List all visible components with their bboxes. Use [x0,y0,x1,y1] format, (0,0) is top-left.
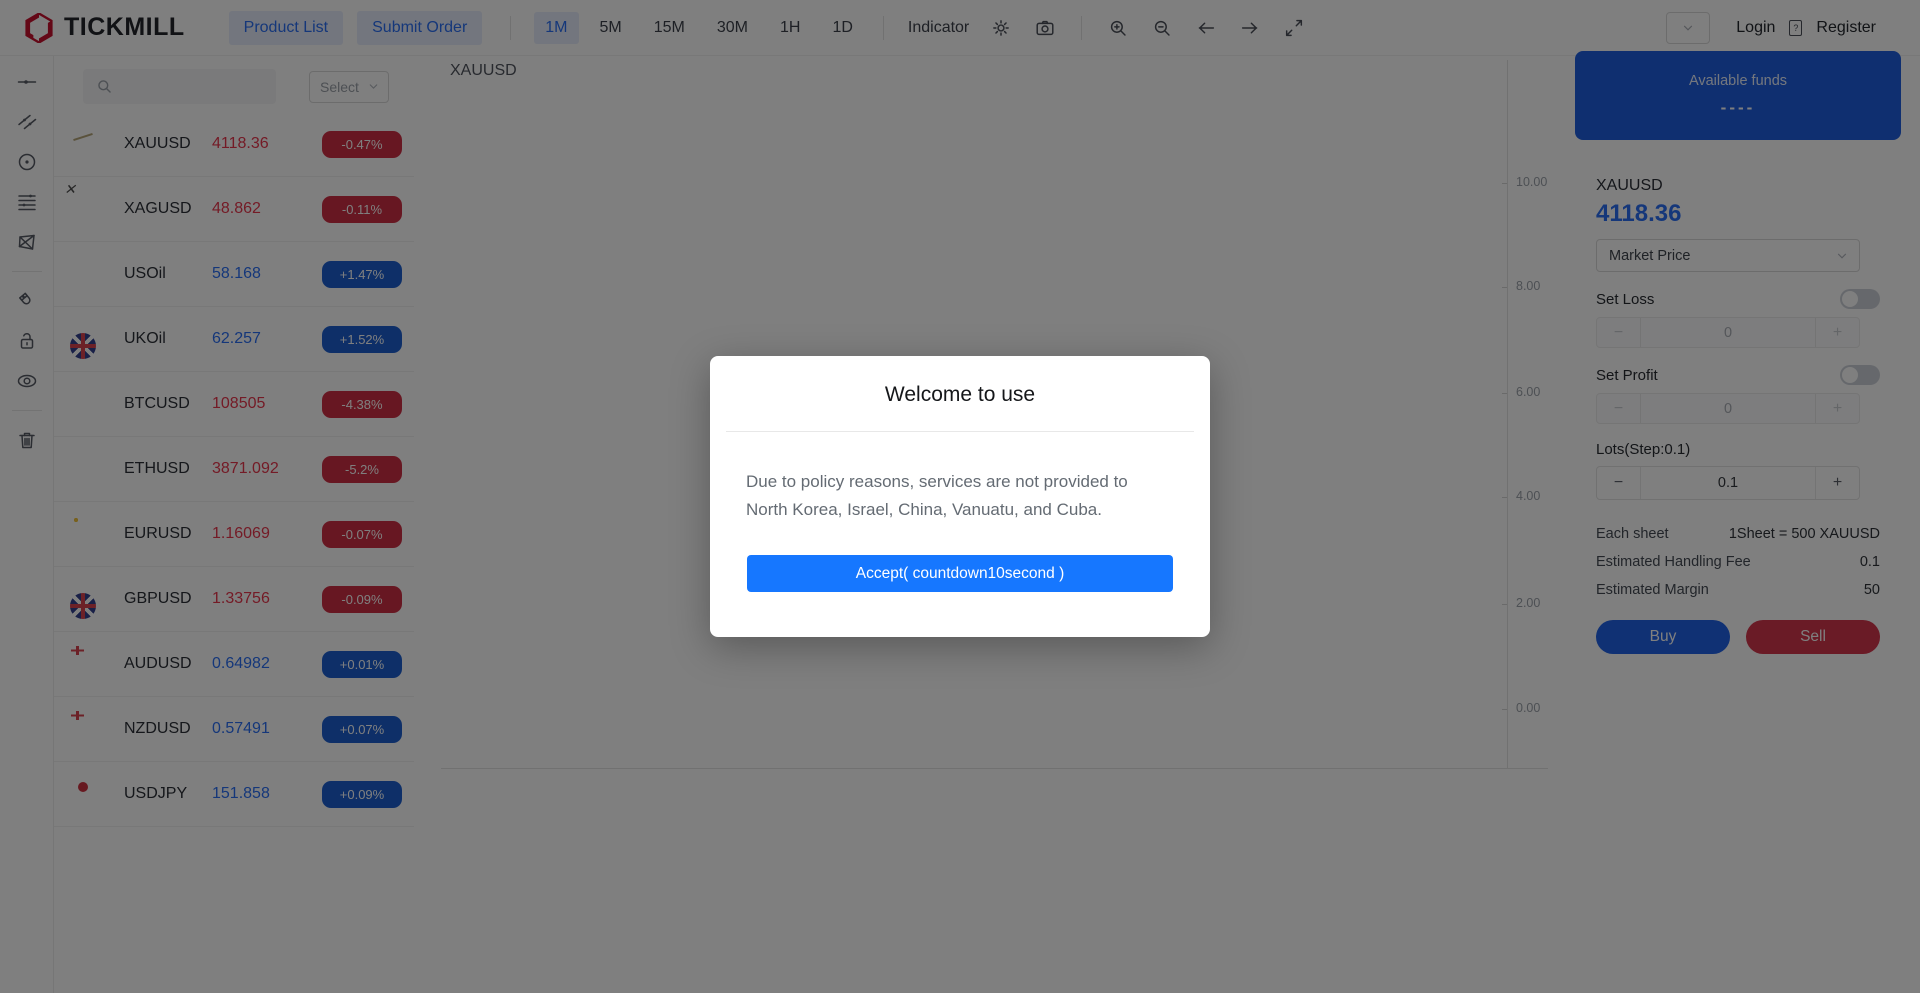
accept-button[interactable]: Accept( countdown10second ) [747,555,1173,593]
modal-body-text: Due to policy reasons, services are not … [746,472,1128,520]
welcome-modal: Welcome to use Due to policy reasons, se… [710,356,1210,637]
modal-title: Welcome to use [884,383,1036,406]
